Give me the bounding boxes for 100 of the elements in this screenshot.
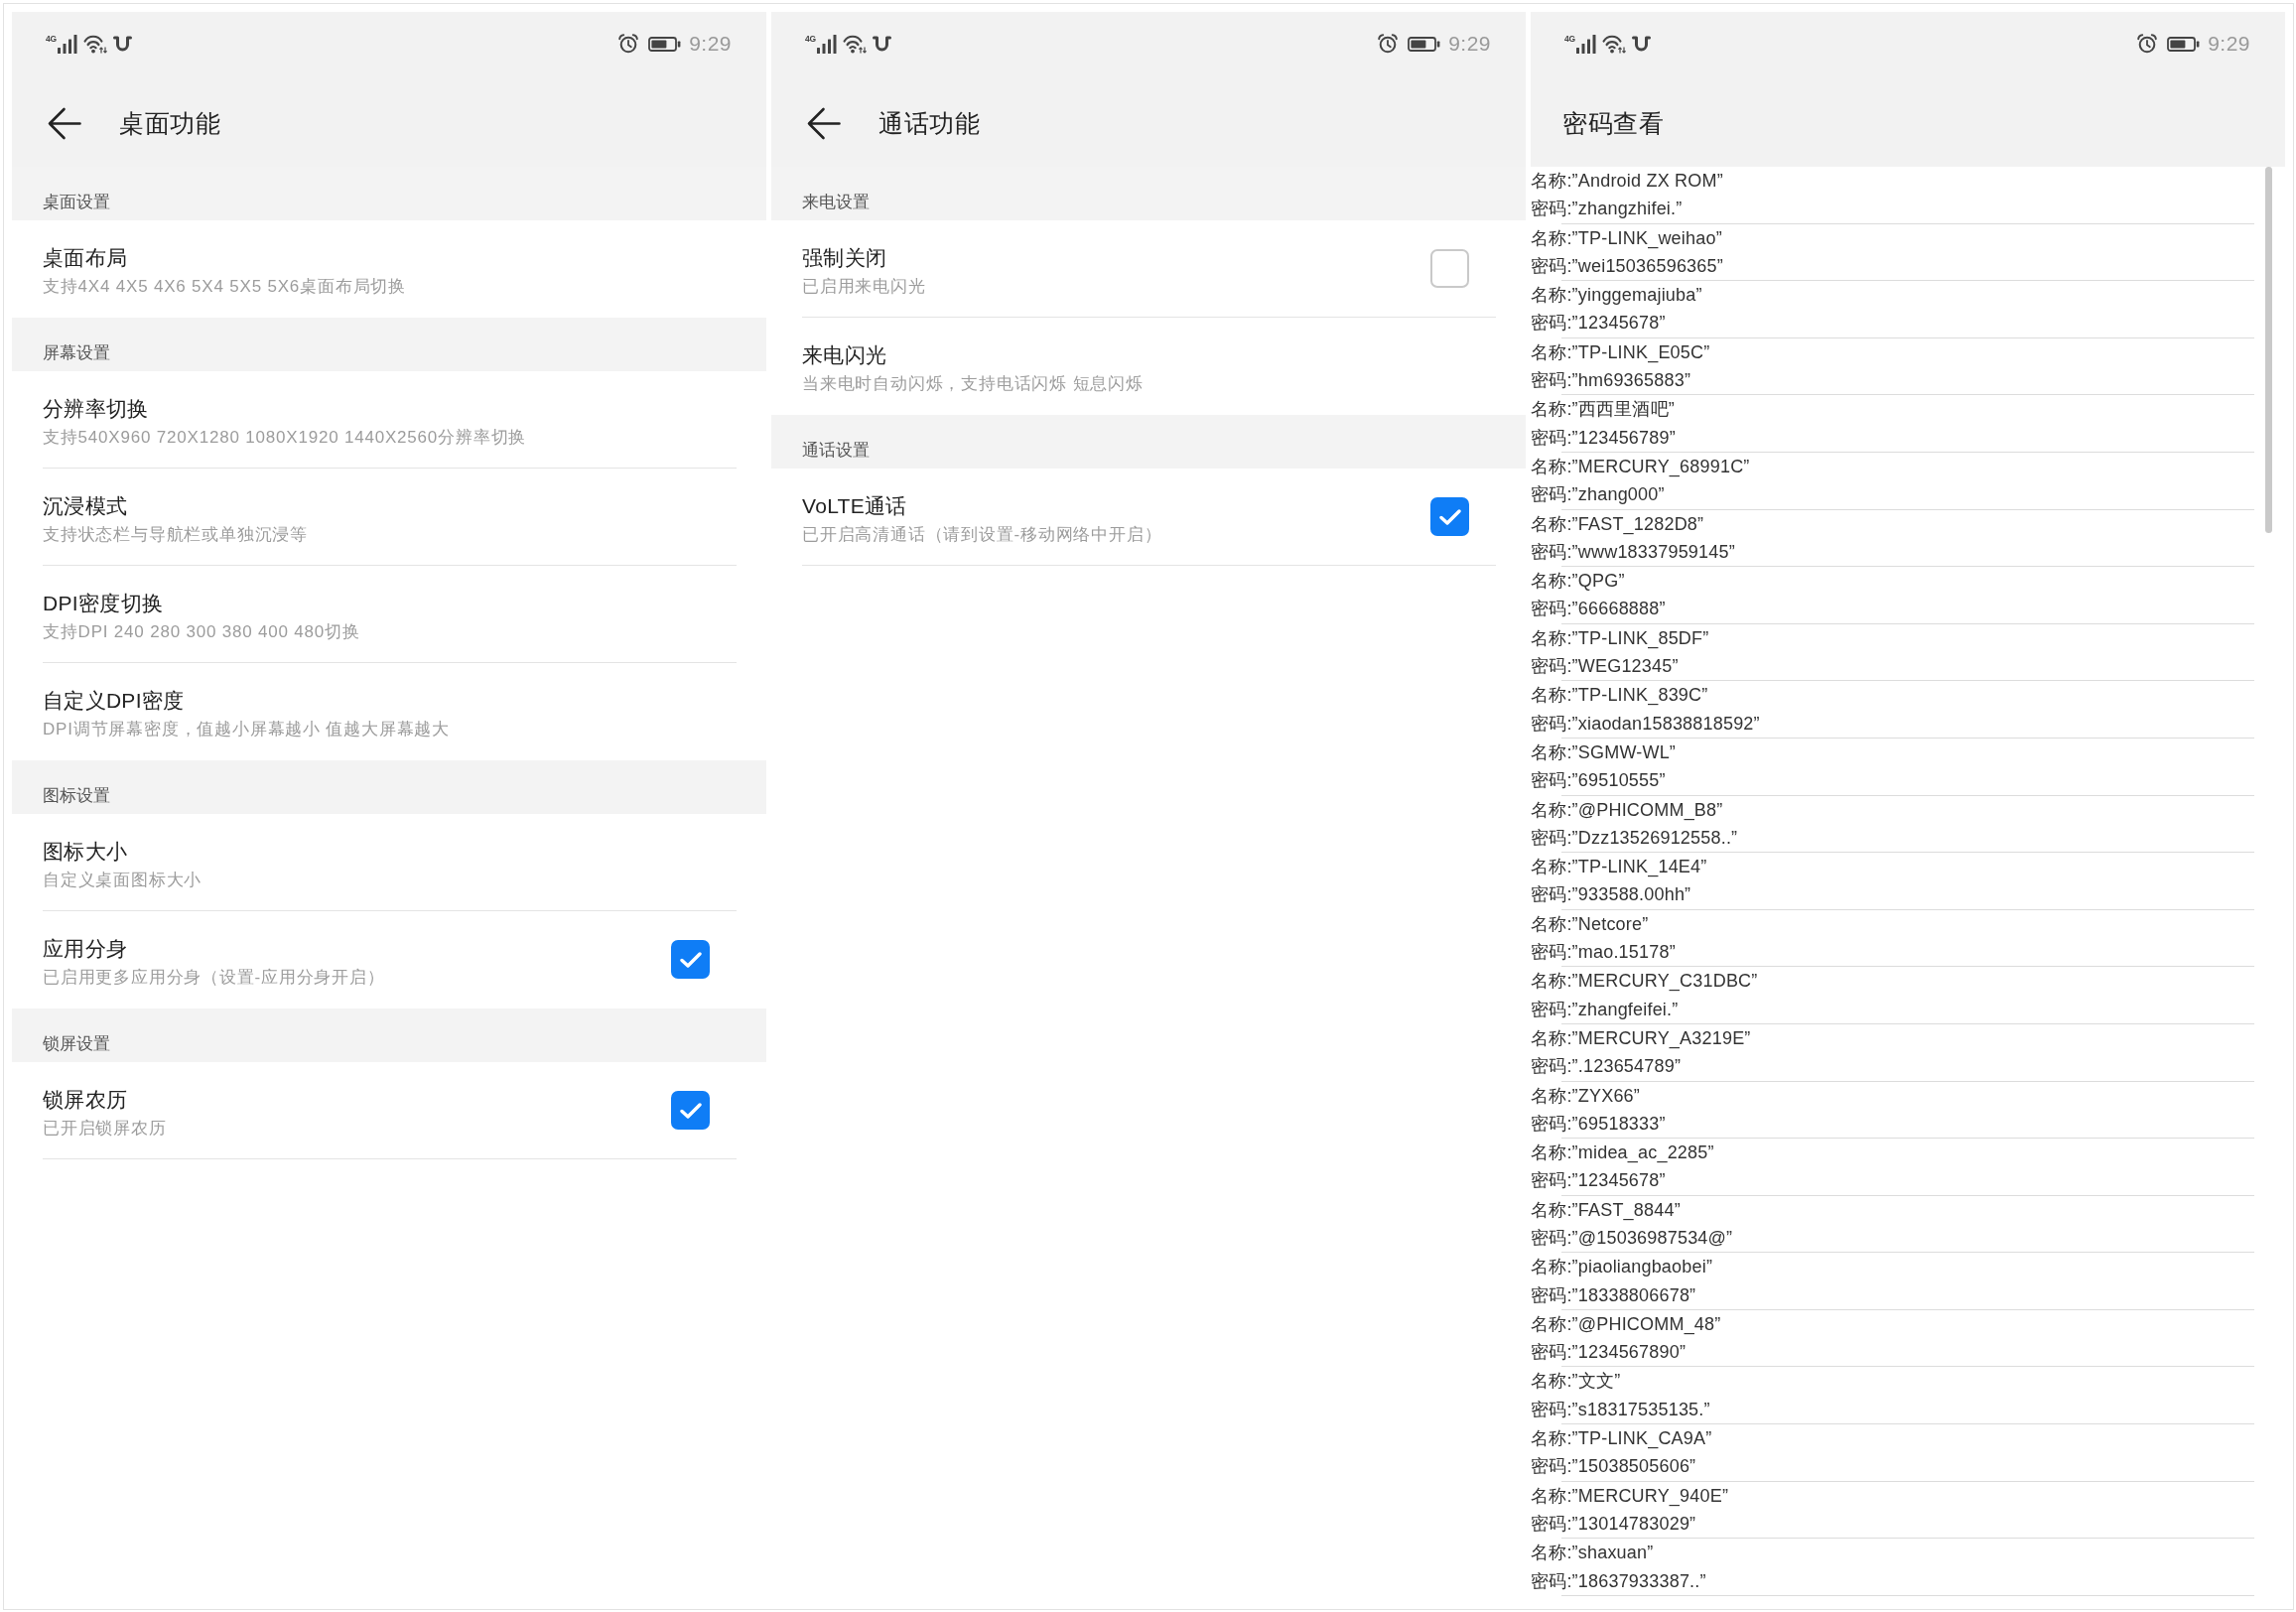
network-type: 4G bbox=[46, 34, 57, 44]
entry-password: 密码:”zhang000” bbox=[1531, 483, 1665, 507]
entry-name: 名称:”TP-LINK_85DF” bbox=[1531, 626, 1709, 651]
item-subtitle: DPI调节屏幕密度，值越小屏幕越小 值越大屏幕越大 bbox=[43, 718, 451, 740]
item-subtitle: 已开启高清通话（请到设置-移动网络中开启） bbox=[802, 523, 1162, 546]
item-subtitle: 当来电时自动闪烁，支持电话闪烁 短息闪烁 bbox=[802, 372, 1144, 395]
horseshoe-icon bbox=[872, 35, 891, 53]
screen-title: 密码查看 bbox=[1562, 108, 1664, 139]
entry-name: 名称:”MERCURY_A3219E” bbox=[1531, 1026, 1751, 1051]
screen-title: 桌面功能 bbox=[119, 108, 220, 139]
entry-password: 密码:”mao.15178” bbox=[1531, 941, 1676, 964]
section-title: 屏幕设置 bbox=[43, 342, 110, 363]
entry-name: 名称:”@PHICOMM_48” bbox=[1531, 1312, 1721, 1337]
network-type: 4G bbox=[1564, 34, 1575, 44]
alarm-icon bbox=[1378, 34, 1399, 54]
alarm-icon bbox=[618, 34, 639, 54]
entry-name: 名称:”TP-LINK_CA9A” bbox=[1531, 1427, 1712, 1451]
section-title: 来电设置 bbox=[802, 192, 870, 212]
wifi-icon bbox=[1601, 34, 1626, 54]
entry-name: 名称:”MERCURY_940E” bbox=[1531, 1484, 1729, 1509]
checkmark-icon bbox=[679, 1102, 702, 1119]
entry-name: 名称:”TP-LINK_weihao” bbox=[1531, 226, 1722, 251]
entry-name: 名称:”shaxuan” bbox=[1531, 1542, 1654, 1565]
item-subtitle: 已启用来电闪光 bbox=[802, 275, 926, 298]
checkmark-icon bbox=[679, 951, 702, 968]
entry-name: 名称:”SGMW-WL” bbox=[1531, 740, 1677, 764]
item-subtitle: 支持540X960 720X1280 1080X1920 1440X2560分辨率切换 bbox=[43, 426, 527, 449]
item-subtitle: 已启用更多应用分身（设置-应用分身开启） bbox=[43, 966, 385, 989]
item-subtitle: 自定义桌面图标大小 bbox=[43, 869, 203, 891]
entry-name: 名称:”MERCURY_68991C” bbox=[1531, 455, 1750, 479]
entry-password: 密码:”18637933387..” bbox=[1531, 1569, 1706, 1593]
horseshoe-icon bbox=[1631, 35, 1651, 53]
checkmark-icon bbox=[1438, 508, 1461, 525]
signal-icon bbox=[816, 34, 837, 54]
item-title: VoLTE通话 bbox=[802, 492, 907, 519]
entry-password: 密码:”zhangzhifei.” bbox=[1531, 198, 1683, 221]
network-type: 4G bbox=[805, 34, 816, 44]
entry-name: 名称:”Android ZX ROM” bbox=[1531, 170, 1723, 193]
entry-name: 名称:”@PHICOMM_B8” bbox=[1531, 798, 1723, 823]
entry-name: 名称:”QPG” bbox=[1531, 570, 1625, 594]
entry-password: 密码:”12345678” bbox=[1531, 312, 1666, 336]
entry-password: 密码:”13014783029” bbox=[1531, 1512, 1696, 1536]
entry-name: 名称:”FAST_8844” bbox=[1531, 1198, 1681, 1223]
entry-password: 密码:”12345678” bbox=[1531, 1169, 1666, 1193]
entry-password: 密码:”66668888” bbox=[1531, 598, 1666, 621]
scrollbar[interactable] bbox=[2265, 167, 2272, 533]
entry-password: 密码:”933588.00hh” bbox=[1531, 883, 1691, 907]
item-title: 图标大小 bbox=[43, 838, 128, 865]
section-title: 桌面设置 bbox=[43, 192, 110, 212]
entry-name: 名称:”MERCURY_C31DBC” bbox=[1531, 970, 1758, 994]
battery-icon bbox=[648, 36, 682, 52]
entry-password: 密码:”@15036987534@” bbox=[1531, 1227, 1733, 1250]
item-title: 分辨率切换 bbox=[43, 395, 149, 422]
status-time: 9:29 bbox=[689, 33, 732, 55]
checkbox[interactable] bbox=[671, 940, 710, 979]
back-icon[interactable] bbox=[806, 105, 841, 141]
checkbox[interactable] bbox=[1430, 497, 1469, 536]
item-subtitle: 支持DPI 240 280 300 380 400 480切换 bbox=[43, 620, 360, 643]
entry-name: 名称:”文文” bbox=[1531, 1370, 1621, 1394]
entry-password: 密码:”wei15036596365” bbox=[1531, 254, 1723, 278]
alarm-icon bbox=[2137, 34, 2158, 54]
entry-name: 名称:”TP-LINK_E05C” bbox=[1531, 340, 1710, 365]
item-title: 桌面布局 bbox=[43, 244, 128, 271]
entry-password: 密码:”18338806678” bbox=[1531, 1283, 1696, 1307]
checkbox[interactable] bbox=[671, 1091, 710, 1130]
entry-password: 密码:”www18337959145” bbox=[1531, 540, 1735, 564]
entry-password: 密码:”69518333” bbox=[1531, 1112, 1666, 1136]
entry-password: 密码:”.123654789” bbox=[1531, 1055, 1682, 1079]
entry-name: 名称:”西西里酒吧” bbox=[1531, 398, 1675, 422]
screen-title: 通话功能 bbox=[878, 108, 980, 139]
checkbox[interactable] bbox=[1430, 249, 1469, 288]
item-title: 应用分身 bbox=[43, 935, 128, 962]
section-title: 图标设置 bbox=[43, 785, 110, 806]
entry-password: 密码:”69510555” bbox=[1531, 769, 1666, 793]
entry-password: 密码:”15038505606” bbox=[1531, 1455, 1696, 1479]
entry-password: 密码:”s18317535135.” bbox=[1531, 1398, 1710, 1421]
item-title: 沉浸模式 bbox=[43, 492, 128, 519]
entry-name: 名称:”Netcore” bbox=[1531, 912, 1649, 936]
entry-password: 密码:”Dzz13526912558..” bbox=[1531, 826, 1738, 850]
status-time: 9:29 bbox=[1448, 33, 1491, 55]
entry-name: 名称:”piaoliangbaobei” bbox=[1531, 1256, 1713, 1279]
entry-password: 密码:”zhangfeifei.” bbox=[1531, 998, 1679, 1021]
item-subtitle: 已开启锁屏农历 bbox=[43, 1117, 167, 1140]
entry-name: 名称:”midea_ac_2285” bbox=[1531, 1142, 1714, 1165]
wifi-icon bbox=[82, 34, 107, 54]
battery-icon bbox=[2167, 36, 2201, 52]
item-title: 强制关闭 bbox=[802, 244, 887, 271]
item-title: 锁屏农历 bbox=[43, 1086, 128, 1113]
item-title: 来电闪光 bbox=[802, 341, 887, 368]
horseshoe-icon bbox=[112, 35, 132, 53]
section-title: 锁屏设置 bbox=[43, 1033, 110, 1054]
entry-password: 密码:”123456789” bbox=[1531, 426, 1676, 450]
item-subtitle: 支持4X4 4X5 4X6 5X4 5X5 5X6桌面布局切换 bbox=[43, 275, 406, 298]
entry-password: 密码:”WEG12345” bbox=[1531, 655, 1679, 679]
entry-name: 名称:”TP-LINK_14E4” bbox=[1531, 856, 1707, 879]
back-icon[interactable] bbox=[47, 105, 81, 141]
entry-name: 名称:”FAST_1282D8” bbox=[1531, 512, 1704, 537]
item-title: DPI密度切换 bbox=[43, 590, 164, 616]
battery-icon bbox=[1408, 36, 1441, 52]
item-subtitle: 支持状态栏与导航栏或单独沉浸等 bbox=[43, 523, 308, 546]
